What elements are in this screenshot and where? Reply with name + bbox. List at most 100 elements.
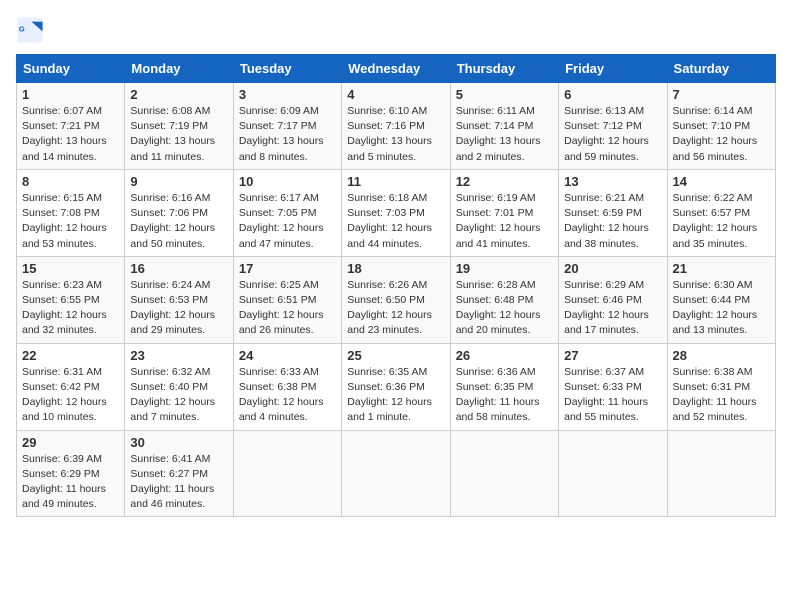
cell-line: Daylight: 12 hours xyxy=(130,395,227,410)
cell-line: Sunset: 7:06 PM xyxy=(130,206,227,221)
cell-line: Sunrise: 6:24 AM xyxy=(130,278,227,293)
cell-line: Sunset: 7:05 PM xyxy=(239,206,336,221)
cell-content: Sunrise: 6:15 AMSunset: 7:08 PMDaylight:… xyxy=(22,191,119,252)
day-number: 16 xyxy=(130,261,227,276)
cell-line: Sunset: 6:44 PM xyxy=(673,293,770,308)
cell-line: Sunset: 6:36 PM xyxy=(347,380,444,395)
cell-line: and 46 minutes. xyxy=(130,497,227,512)
calendar-cell: 12Sunrise: 6:19 AMSunset: 7:01 PMDayligh… xyxy=(450,169,558,256)
cell-line: Sunrise: 6:41 AM xyxy=(130,452,227,467)
cell-content: Sunrise: 6:31 AMSunset: 6:42 PMDaylight:… xyxy=(22,365,119,426)
cell-line: Daylight: 12 hours xyxy=(456,221,553,236)
cell-line: Sunset: 7:21 PM xyxy=(22,119,119,134)
cell-line: Sunset: 6:42 PM xyxy=(22,380,119,395)
cell-line: Sunrise: 6:38 AM xyxy=(673,365,770,380)
cell-line: Sunset: 7:16 PM xyxy=(347,119,444,134)
cell-line: Daylight: 11 hours xyxy=(673,395,770,410)
day-number: 1 xyxy=(22,87,119,102)
cell-line: Daylight: 12 hours xyxy=(22,395,119,410)
cell-content: Sunrise: 6:07 AMSunset: 7:21 PMDaylight:… xyxy=(22,104,119,165)
day-number: 26 xyxy=(456,348,553,363)
cell-content: Sunrise: 6:29 AMSunset: 6:46 PMDaylight:… xyxy=(564,278,661,339)
weekday-header-thursday: Thursday xyxy=(450,55,558,83)
calendar-cell: 29Sunrise: 6:39 AMSunset: 6:29 PMDayligh… xyxy=(17,430,125,517)
weekday-header-saturday: Saturday xyxy=(667,55,775,83)
cell-line: Daylight: 12 hours xyxy=(22,308,119,323)
cell-line: Sunset: 6:48 PM xyxy=(456,293,553,308)
cell-line: Sunrise: 6:08 AM xyxy=(130,104,227,119)
cell-line: Sunrise: 6:29 AM xyxy=(564,278,661,293)
cell-line: Daylight: 13 hours xyxy=(130,134,227,149)
day-number: 14 xyxy=(673,174,770,189)
calendar-cell: 3Sunrise: 6:09 AMSunset: 7:17 PMDaylight… xyxy=(233,83,341,170)
cell-content: Sunrise: 6:22 AMSunset: 6:57 PMDaylight:… xyxy=(673,191,770,252)
cell-content: Sunrise: 6:25 AMSunset: 6:51 PMDaylight:… xyxy=(239,278,336,339)
cell-line: and 7 minutes. xyxy=(130,410,227,425)
day-number: 25 xyxy=(347,348,444,363)
cell-line: Sunrise: 6:36 AM xyxy=(456,365,553,380)
calendar-cell: 4Sunrise: 6:10 AMSunset: 7:16 PMDaylight… xyxy=(342,83,450,170)
cell-content: Sunrise: 6:36 AMSunset: 6:35 PMDaylight:… xyxy=(456,365,553,426)
cell-line: Daylight: 12 hours xyxy=(347,308,444,323)
cell-line: Daylight: 12 hours xyxy=(239,308,336,323)
cell-line: Sunrise: 6:23 AM xyxy=(22,278,119,293)
cell-line: and 5 minutes. xyxy=(347,150,444,165)
cell-line: and 17 minutes. xyxy=(564,323,661,338)
calendar-cell: 7Sunrise: 6:14 AMSunset: 7:10 PMDaylight… xyxy=(667,83,775,170)
cell-line: Sunrise: 6:10 AM xyxy=(347,104,444,119)
svg-text:G: G xyxy=(19,24,25,33)
day-number: 19 xyxy=(456,261,553,276)
calendar-cell: 11Sunrise: 6:18 AMSunset: 7:03 PMDayligh… xyxy=(342,169,450,256)
cell-line: and 56 minutes. xyxy=(673,150,770,165)
cell-line: Sunrise: 6:07 AM xyxy=(22,104,119,119)
calendar-cell: 10Sunrise: 6:17 AMSunset: 7:05 PMDayligh… xyxy=(233,169,341,256)
cell-content: Sunrise: 6:38 AMSunset: 6:31 PMDaylight:… xyxy=(673,365,770,426)
cell-line: Sunrise: 6:25 AM xyxy=(239,278,336,293)
cell-line: and 44 minutes. xyxy=(347,237,444,252)
logo: G xyxy=(16,16,48,44)
cell-line: Sunset: 6:46 PM xyxy=(564,293,661,308)
cell-line: Sunrise: 6:39 AM xyxy=(22,452,119,467)
cell-line: Daylight: 11 hours xyxy=(456,395,553,410)
cell-line: Sunrise: 6:37 AM xyxy=(564,365,661,380)
cell-line: Sunrise: 6:33 AM xyxy=(239,365,336,380)
day-number: 5 xyxy=(456,87,553,102)
cell-line: and 58 minutes. xyxy=(456,410,553,425)
cell-line: and 47 minutes. xyxy=(239,237,336,252)
day-number: 4 xyxy=(347,87,444,102)
day-number: 20 xyxy=(564,261,661,276)
cell-line: Sunrise: 6:35 AM xyxy=(347,365,444,380)
calendar-cell: 22Sunrise: 6:31 AMSunset: 6:42 PMDayligh… xyxy=(17,343,125,430)
cell-line: and 50 minutes. xyxy=(130,237,227,252)
cell-line: Daylight: 12 hours xyxy=(239,395,336,410)
cell-line: Sunset: 6:33 PM xyxy=(564,380,661,395)
cell-line: and 20 minutes. xyxy=(456,323,553,338)
cell-line: and 10 minutes. xyxy=(22,410,119,425)
cell-content: Sunrise: 6:26 AMSunset: 6:50 PMDaylight:… xyxy=(347,278,444,339)
cell-line: Sunset: 7:08 PM xyxy=(22,206,119,221)
day-number: 7 xyxy=(673,87,770,102)
day-number: 9 xyxy=(130,174,227,189)
day-number: 29 xyxy=(22,435,119,450)
cell-line: Daylight: 11 hours xyxy=(564,395,661,410)
cell-line: Sunset: 7:14 PM xyxy=(456,119,553,134)
cell-line: Sunrise: 6:18 AM xyxy=(347,191,444,206)
calendar-cell: 17Sunrise: 6:25 AMSunset: 6:51 PMDayligh… xyxy=(233,256,341,343)
cell-line: Sunset: 7:17 PM xyxy=(239,119,336,134)
day-number: 18 xyxy=(347,261,444,276)
day-number: 13 xyxy=(564,174,661,189)
cell-line: Daylight: 12 hours xyxy=(130,308,227,323)
cell-content: Sunrise: 6:23 AMSunset: 6:55 PMDaylight:… xyxy=(22,278,119,339)
calendar-cell xyxy=(667,430,775,517)
cell-line: Sunrise: 6:30 AM xyxy=(673,278,770,293)
calendar-cell xyxy=(233,430,341,517)
calendar-cell xyxy=(559,430,667,517)
cell-line: Daylight: 12 hours xyxy=(564,221,661,236)
weekday-header-sunday: Sunday xyxy=(17,55,125,83)
cell-line: and 49 minutes. xyxy=(22,497,119,512)
cell-line: Sunset: 7:19 PM xyxy=(130,119,227,134)
cell-line: Sunset: 6:38 PM xyxy=(239,380,336,395)
calendar-cell: 9Sunrise: 6:16 AMSunset: 7:06 PMDaylight… xyxy=(125,169,233,256)
calendar-cell: 23Sunrise: 6:32 AMSunset: 6:40 PMDayligh… xyxy=(125,343,233,430)
weekday-header-wednesday: Wednesday xyxy=(342,55,450,83)
